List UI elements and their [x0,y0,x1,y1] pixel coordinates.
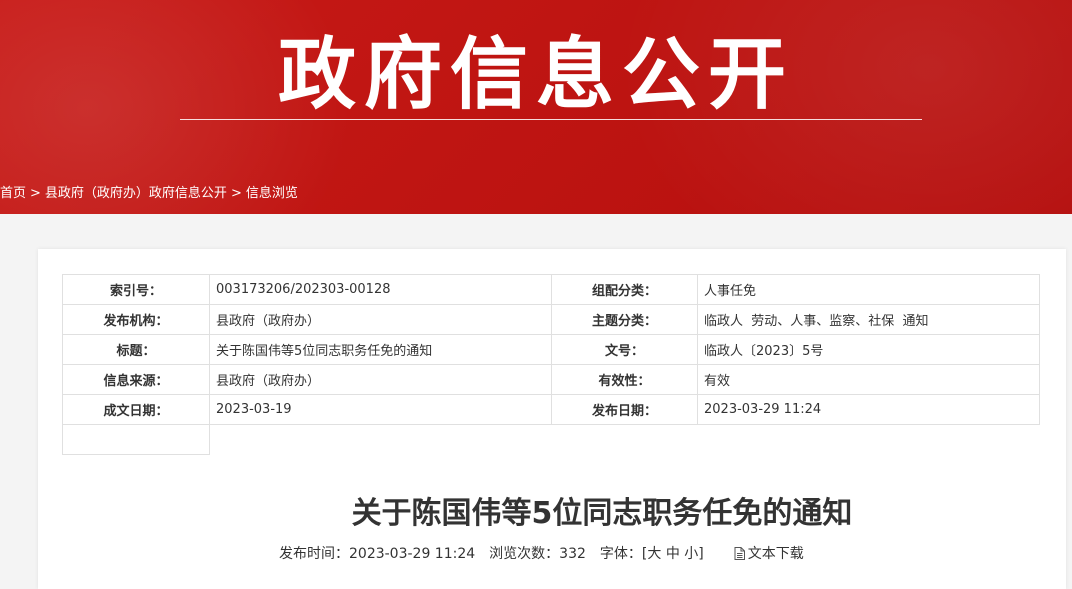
breadcrumb: 首页 > 县政府（政府办）政府信息公开 > 信息浏览 [0,182,298,201]
table-row: 标题： 关于陈国伟等5位同志职务任免的通知 文号： 临政人〔2023〕5号 [62,334,1040,365]
table-row: 成文日期： 2023-03-19 发布日期： 2023-03-29 11:24 [62,394,1040,425]
value-index-number: 003173206/202303-00128 [209,274,552,305]
metadata-table: 索引号： 003173206/202303-00128 组配分类： 人事任免 发… [62,274,1040,455]
empty-cell [62,424,210,455]
label-publish-date: 发布日期： [551,394,698,425]
font-size-small-link[interactable]: 小 [684,546,698,562]
value-source: 县政府（政府办） [209,364,552,395]
label-doc-number: 文号： [551,334,698,365]
view-count-label: 浏览次数： [489,546,560,562]
empty-cell [209,424,552,455]
breadcrumb-current: 信息浏览 [245,186,298,201]
value-doc-number: 临政人〔2023〕5号 [697,334,1040,365]
table-row: 发布机构： 县政府（政府办） 主题分类： 临政人 劳动、人事、监察、社保 通知 [62,304,1040,335]
breadcrumb-section-link[interactable]: 县政府（政府办）政府信息公开 [45,186,227,201]
font-bracket-close: ] [698,546,704,562]
banner-divider [180,119,922,120]
publish-time-value: 2023-03-29 11:24 [349,546,476,562]
breadcrumb-separator: > [230,186,242,201]
label-topic: 主题分类： [551,304,698,335]
value-title: 关于陈国伟等5位同志职务任免的通知 [209,334,552,365]
article-info-bar: 发布时间：2023-03-29 11:24 浏览次数：332 字体：[大 中 小] 文… [279,543,804,563]
value-publisher: 县政府（政府办） [209,304,552,335]
breadcrumb-home-link[interactable]: 首页 [0,186,26,201]
value-validity: 有效 [697,364,1040,395]
empty-cell [551,424,698,455]
label-written-date: 成文日期： [62,394,210,425]
value-written-date: 2023-03-19 [209,394,552,425]
label-source: 信息来源： [62,364,210,395]
document-icon [734,547,745,560]
banner-title: 政府信息公开 [277,30,794,120]
value-publish-date: 2023-03-29 11:24 [697,394,1040,425]
font-size-large-link[interactable]: 大 [647,546,661,562]
label-title: 标题： [62,334,210,365]
view-count-value: 332 [559,546,586,562]
breadcrumb-separator: > [30,186,41,201]
download-label: 文本下载 [747,546,804,562]
label-category: 组配分类： [551,274,698,305]
table-row: 索引号： 003173206/202303-00128 组配分类： 人事任免 [62,274,1040,305]
table-row [62,424,1040,455]
article-title: 关于陈国伟等5位同志职务任免的通知 [351,496,853,531]
label-publisher: 发布机构： [62,304,210,335]
font-size-medium-link[interactable]: 中 [666,546,680,562]
label-validity: 有效性： [551,364,698,395]
label-index-number: 索引号： [62,274,210,305]
font-size-label: 字体： [599,546,642,562]
value-category: 人事任免 [697,274,1040,305]
empty-cell [697,424,1040,455]
header-banner: 政府信息公开 首页 > 县政府（政府办）政府信息公开 > 信息浏览 [0,0,1072,214]
table-row: 信息来源： 县政府（政府办） 有效性： 有效 [62,364,1040,395]
publish-time-label: 发布时间： [279,546,349,562]
download-text-button[interactable]: 文本下载 [734,546,804,562]
value-topic: 临政人 劳动、人事、监察、社保 通知 [697,304,1040,335]
